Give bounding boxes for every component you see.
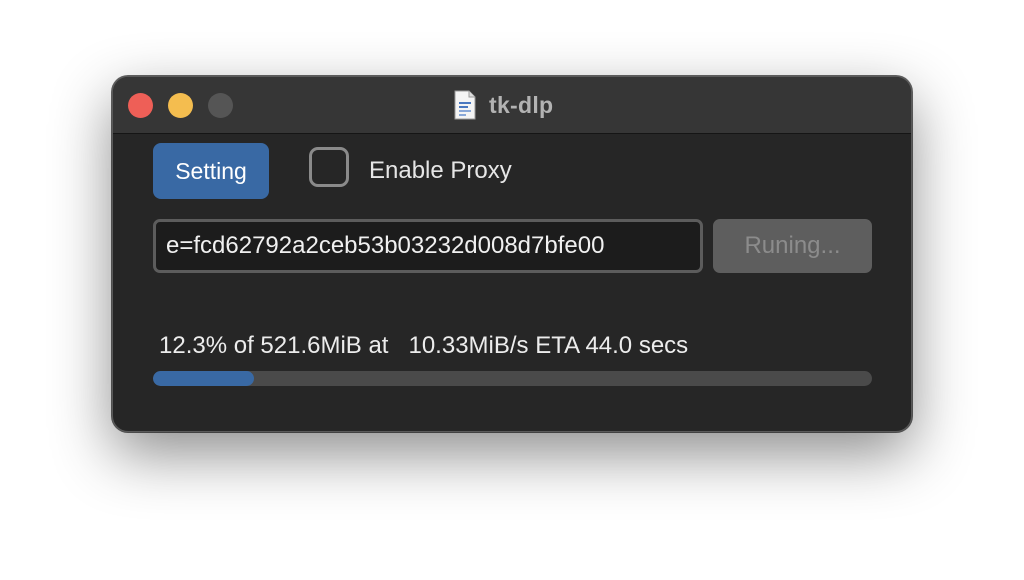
app-window: tk-dlp Setting Enable Proxy Runing... 12… — [112, 76, 912, 432]
download-status-text: 12.3% of 521.6MiB at 10.33MiB/s ETA 44.0… — [159, 332, 689, 359]
enable-proxy-checkbox[interactable] — [309, 147, 349, 187]
enable-proxy-label[interactable]: Enable Proxy — [369, 157, 512, 185]
run-button[interactable]: Runing... — [713, 219, 872, 273]
minimize-button[interactable] — [168, 93, 193, 118]
url-input[interactable] — [153, 219, 703, 273]
window-title-group: tk-dlp — [453, 89, 553, 121]
document-icon — [454, 90, 476, 120]
zoom-button[interactable] — [208, 93, 233, 118]
window-title: tk-dlp — [489, 91, 554, 118]
progress-bar — [153, 371, 872, 386]
title-bar[interactable]: tk-dlp — [113, 77, 911, 134]
progress-bar-fill — [153, 371, 254, 386]
setting-button[interactable]: Setting — [153, 143, 269, 199]
close-button[interactable] — [128, 93, 153, 118]
